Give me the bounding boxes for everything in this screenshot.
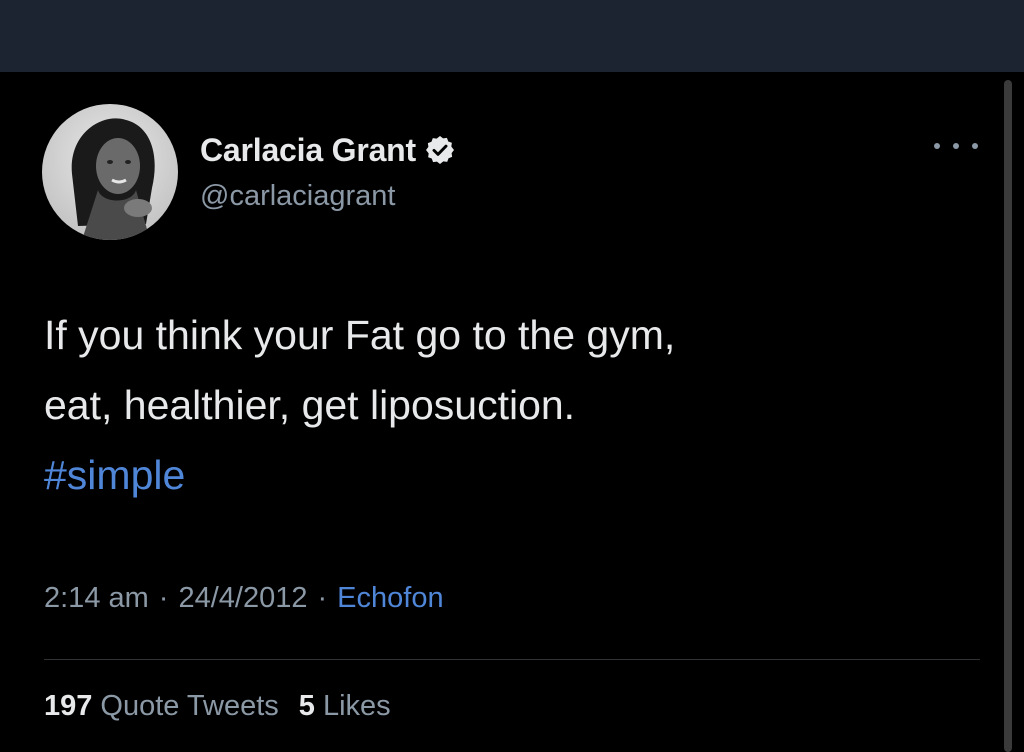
dot	[972, 143, 978, 149]
tweet-date[interactable]: 24/4/2012	[178, 582, 307, 615]
quote-tweets-label[interactable]: Quote Tweets	[100, 690, 278, 723]
tweet-text-line: If you think your Fat go to the gym,	[44, 312, 676, 358]
likes-label[interactable]: Likes	[323, 690, 391, 723]
tweet-card: Carlacia Grant @carlaciagrant If you thi…	[0, 72, 1000, 752]
divider	[44, 659, 980, 660]
tweet-text: If you think your Fat go to the gym, eat…	[44, 300, 984, 510]
dot	[953, 143, 959, 149]
scrollbar[interactable]	[1004, 80, 1012, 752]
tweet-stats: 197 Quote Tweets 5 Likes	[44, 690, 391, 723]
separator: ·	[158, 582, 169, 614]
author-display-name[interactable]: Carlacia Grant	[200, 132, 416, 169]
author-name-row: Carlacia Grant	[200, 130, 456, 170]
tweet-text-line: eat, healthier, get liposuction.	[44, 382, 576, 428]
author-handle[interactable]: @carlaciagrant	[200, 180, 395, 213]
likes-count[interactable]: 5	[299, 690, 315, 723]
avatar[interactable]	[42, 104, 178, 240]
verified-badge-icon	[425, 136, 454, 164]
window-top-bar	[0, 0, 1024, 72]
quote-tweets-count[interactable]: 197	[44, 690, 92, 723]
tweet-source-link[interactable]: Echofon	[337, 582, 443, 615]
tweet-metadata: 2:14 am · 24/4/2012 · Echofon	[44, 582, 444, 615]
dot	[934, 143, 940, 149]
tweet-time[interactable]: 2:14 am	[44, 582, 149, 615]
separator: ·	[317, 582, 328, 614]
more-options-icon[interactable]	[934, 138, 978, 154]
hashtag-link[interactable]: #simple	[44, 440, 984, 510]
profile-photo-icon	[42, 104, 178, 240]
